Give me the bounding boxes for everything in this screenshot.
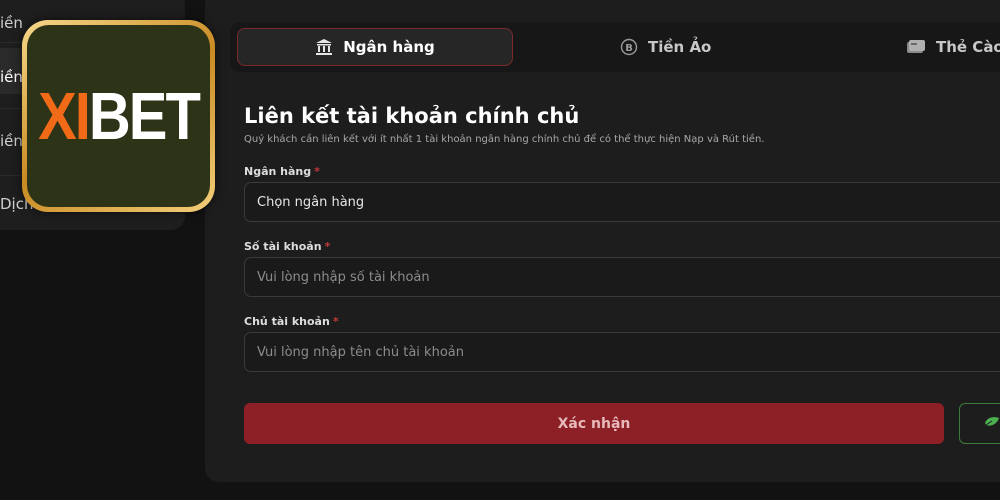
tab-scratch-card-label: Thẻ Cào	[936, 38, 1000, 56]
payment-method-tabs: Ngân hàng B Tiền Ảo Thẻ Cào	[230, 22, 1000, 72]
required-mark: *	[324, 240, 331, 253]
bank-label: Ngân hàng *	[244, 165, 320, 178]
leaf-icon	[984, 414, 1000, 433]
form-title: Liên kết tài khoản chính chủ	[244, 104, 580, 128]
logo-wordmark: XIBET	[38, 77, 201, 154]
tab-bank-label: Ngân hàng	[343, 38, 435, 56]
account-holder-field	[244, 332, 1000, 372]
bank-icon	[315, 38, 333, 56]
bank-select[interactable]: Chọn ngân hàng	[244, 182, 1000, 222]
account-holder-input[interactable]	[257, 344, 1000, 360]
account-holder-label-text: Chủ tài khoản	[244, 315, 330, 328]
bank-select-value: Chọn ngân hàng	[257, 194, 365, 210]
tab-crypto[interactable]: B Tiền Ảo	[620, 28, 711, 66]
account-number-label-text: Số tài khoản	[244, 240, 322, 253]
logo-xi-text: XI	[38, 78, 91, 154]
required-mark: *	[314, 165, 320, 178]
xibet-logo: XIBET	[22, 20, 215, 212]
support-button[interactable]	[959, 403, 1000, 444]
coin-icon: B	[620, 38, 638, 56]
tab-crypto-label: Tiền Ảo	[648, 38, 712, 56]
app-root: iền iền iền N Dịch v Ngân hàng B Tiền Ảo…	[0, 0, 1000, 500]
sidebar-item-1[interactable]: iền	[0, 14, 23, 32]
required-mark: *	[332, 315, 339, 328]
logo-badge: XIBET	[27, 25, 210, 207]
bank-label-text: Ngân hàng	[244, 165, 312, 178]
account-number-input[interactable]	[257, 269, 1000, 285]
svg-text:B: B	[625, 43, 633, 54]
account-number-field	[244, 257, 1000, 297]
tab-bank[interactable]: Ngân hàng	[237, 28, 513, 66]
confirm-button[interactable]: Xác nhận	[244, 403, 944, 444]
tab-scratch-card[interactable]: Thẻ Cào	[906, 28, 1000, 66]
logo-bet-text: BET	[88, 78, 201, 154]
account-number-label: Số tài khoản *	[244, 240, 330, 253]
card-icon	[906, 39, 926, 55]
form-subtitle: Quý khách cần liên kết với ít nhất 1 tài…	[244, 134, 765, 145]
account-holder-label: Chủ tài khoản *	[244, 315, 339, 328]
